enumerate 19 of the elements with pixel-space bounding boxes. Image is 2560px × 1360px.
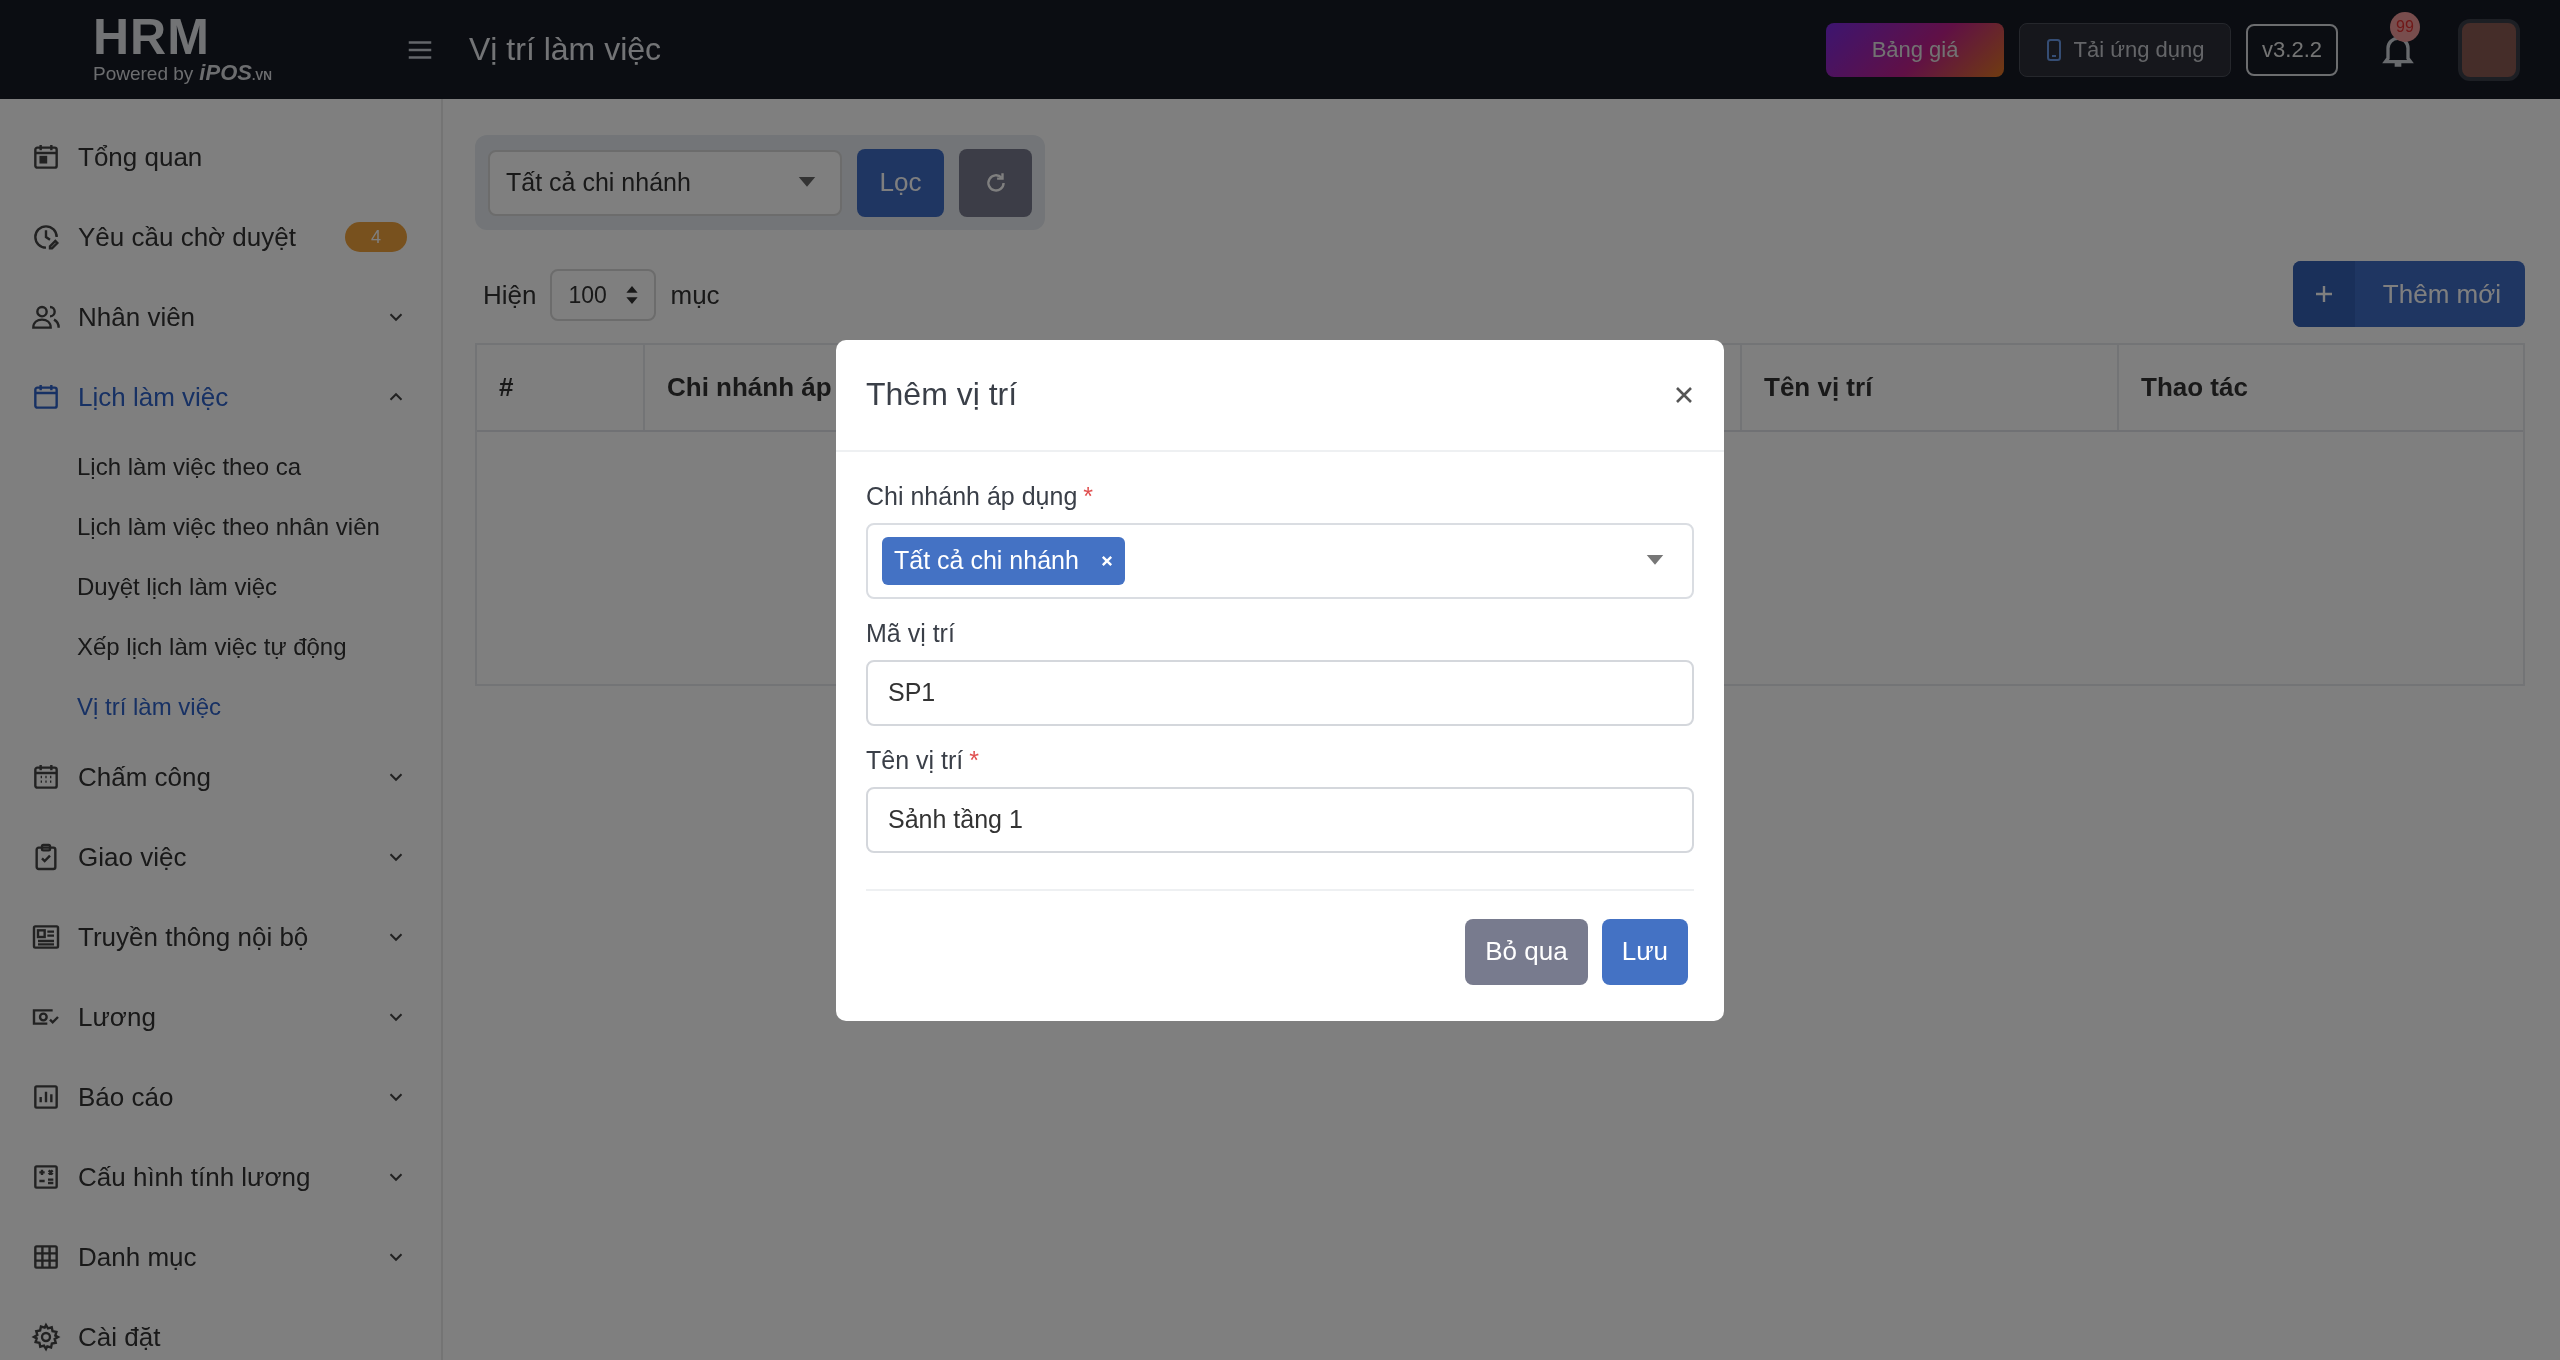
- brand-suffix-text: .VN: [251, 68, 272, 83]
- powered-by-text: Powered by: [93, 62, 194, 85]
- modal-title: Thêm vị trí: [866, 376, 1018, 413]
- field-label: Chi nhánh áp dụng: [866, 481, 1078, 511]
- entries-label: mục: [670, 279, 720, 311]
- page-title: Vị trí làm việc: [469, 31, 662, 68]
- column-header: #: [477, 345, 645, 430]
- required-mark: *: [1083, 481, 1094, 511]
- version-label: v3.2.2: [2246, 23, 2338, 76]
- field-label: Tên vị trí: [866, 745, 964, 775]
- count-badge: 4: [345, 222, 407, 252]
- brand-text: iPOS: [199, 59, 252, 86]
- column-header: Thao tác: [2140, 371, 2249, 404]
- column-header: Tên vị trí: [1742, 345, 2119, 430]
- selected-tag: Tất cả chi nhánh: [882, 536, 1125, 585]
- field-label: Mã vị trí: [866, 618, 955, 648]
- required-mark: *: [969, 745, 979, 775]
- show-label: Hiện: [483, 279, 537, 311]
- logo-text: HRM: [93, 13, 210, 60]
